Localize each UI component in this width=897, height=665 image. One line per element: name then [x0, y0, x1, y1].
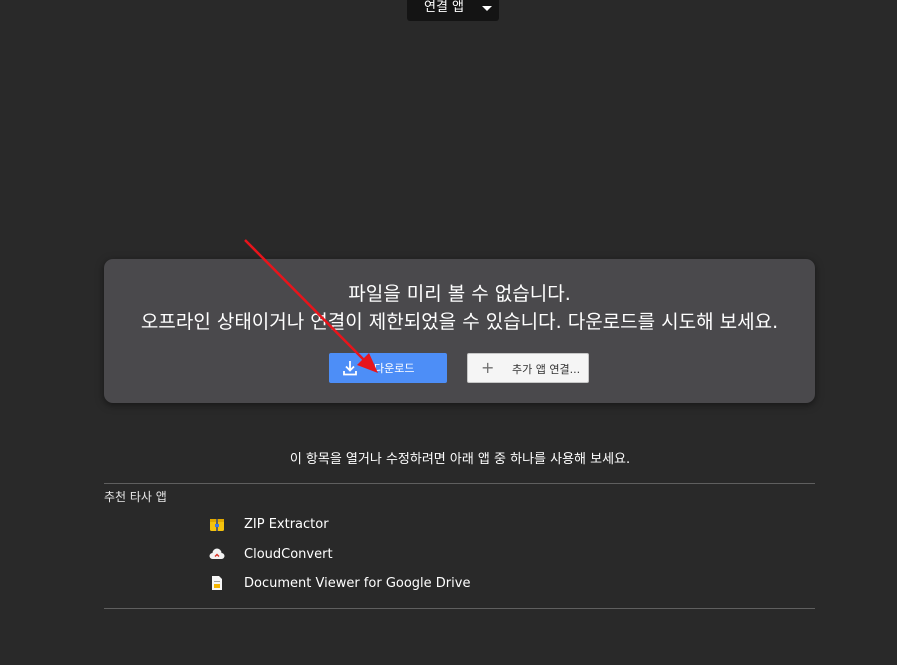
connect-more-apps-button[interactable]: + 추가 앱 연결...	[467, 353, 589, 383]
chevron-down-icon	[482, 6, 492, 11]
app-name: CloudConvert	[244, 546, 333, 562]
app-item-cloudconvert[interactable]: CloudConvert	[209, 544, 333, 564]
open-with-label: 연결 앱	[424, 0, 465, 15]
suggested-apps-title: 추천 타사 앱	[104, 490, 167, 504]
download-icon	[343, 361, 357, 376]
app-item-zip-extractor[interactable]: ZIP Extractor	[209, 514, 329, 534]
zip-extractor-icon	[209, 516, 225, 532]
app-name: ZIP Extractor	[244, 516, 329, 532]
preview-unavailable-card: 파일을 미리 볼 수 없습니다. 오프라인 상태이거나 연결이 제한되었을 수 …	[104, 259, 815, 403]
app-item-document-viewer[interactable]: Document Viewer for Google Drive	[209, 573, 470, 593]
preview-error-message: 오프라인 상태이거나 연결이 제한되었을 수 있습니다. 다운로드를 시도해 보…	[140, 311, 779, 333]
connect-more-apps-label: 추가 앱 연결...	[512, 363, 581, 376]
document-viewer-icon	[209, 575, 225, 591]
suggestion-text: 이 항목을 열거나 수정하려면 아래 앱 중 하나를 사용해 보세요.	[289, 452, 631, 467]
open-with-button[interactable]: 연결 앱	[407, 0, 499, 21]
divider-top	[104, 483, 815, 484]
download-button-label: 다운로드	[374, 362, 415, 375]
app-name: Document Viewer for Google Drive	[244, 575, 471, 591]
preview-error-title: 파일을 미리 볼 수 없습니다.	[348, 283, 571, 305]
cloudconvert-icon	[209, 546, 225, 562]
download-button[interactable]: 다운로드	[329, 353, 447, 383]
plus-icon: +	[481, 358, 495, 377]
divider-bottom	[104, 608, 815, 609]
